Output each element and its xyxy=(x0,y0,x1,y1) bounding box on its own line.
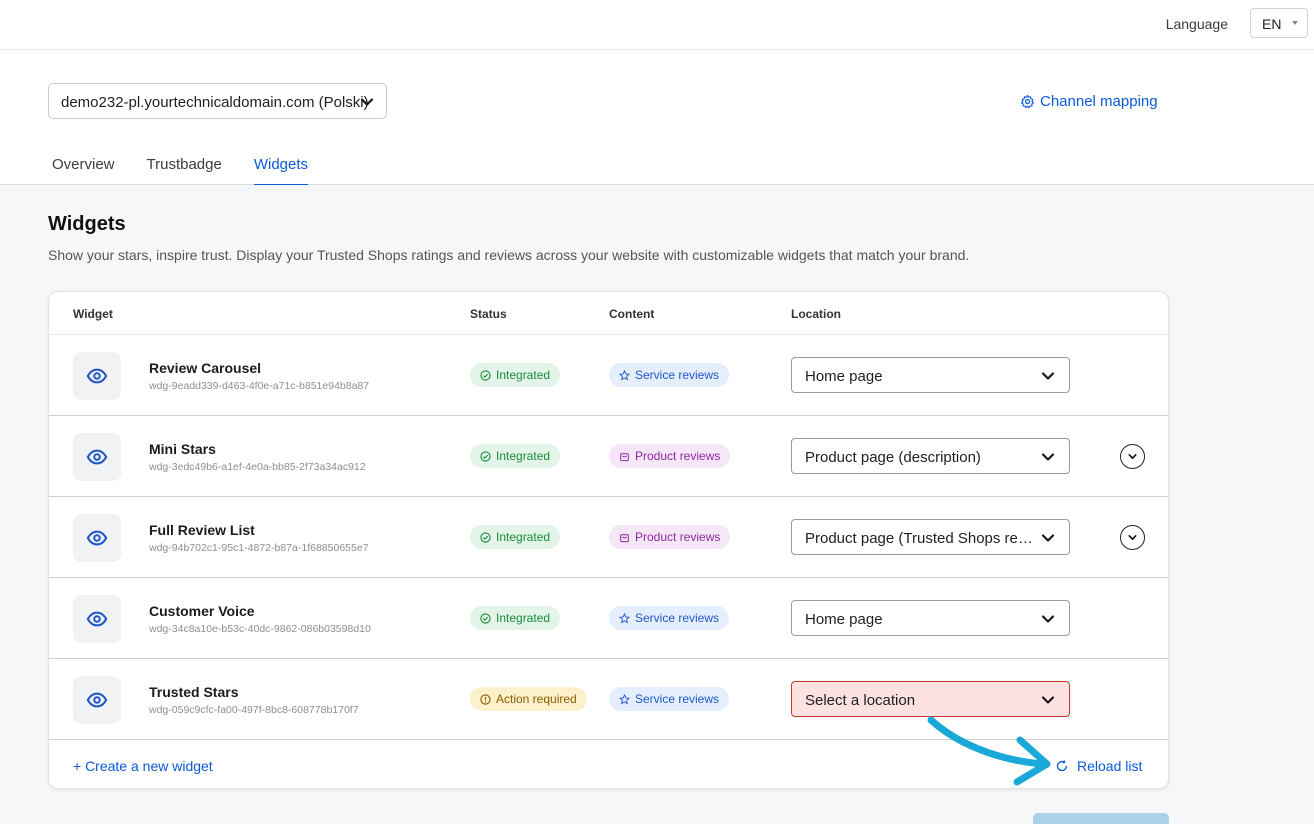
status-label: Action required xyxy=(496,692,577,706)
table-row: Trusted Stars wdg-059c9cfc-fa00-497f-8bc… xyxy=(49,659,1168,740)
check-circle-icon xyxy=(480,369,491,381)
status-badge: Action required xyxy=(470,687,587,711)
status-label: Integrated xyxy=(496,611,551,625)
language-select[interactable]: EN xyxy=(1250,8,1308,38)
widget-name: Mini Stars xyxy=(149,441,216,457)
channel-mapping-label: Channel mapping xyxy=(1040,93,1158,110)
widget-name: Customer Voice xyxy=(149,603,255,619)
widget-id: wdg-9eadd339-d463-4f0e-a71c-b851e94b8a87 xyxy=(149,380,370,392)
table-row: Customer Voice wdg-34c8a10e-b53c-40dc-98… xyxy=(49,578,1168,659)
reload-list-button[interactable]: Reload list xyxy=(1055,758,1142,774)
content-label: Product reviews xyxy=(635,530,721,544)
status-label: Integrated xyxy=(496,449,551,463)
channel-mapping-link[interactable]: Channel mapping xyxy=(1020,93,1158,110)
widget-name: Review Carousel xyxy=(149,360,262,376)
channel-select-value: demo232-pl.yourtechnicaldomain.com (Pols… xyxy=(61,94,369,111)
preview-button[interactable] xyxy=(73,514,121,562)
location-select[interactable]: Select a location xyxy=(791,681,1070,717)
bag-icon xyxy=(620,533,629,542)
top-bar: Language EN xyxy=(0,0,1314,50)
channel-select[interactable]: demo232-pl.yourtechnicaldomain.com (Pols… xyxy=(48,83,387,119)
eye-icon xyxy=(86,368,108,384)
page-title: Widgets xyxy=(48,213,126,235)
content-label: Service reviews xyxy=(635,611,720,625)
tab-bar: Overview Trustbadge Widgets xyxy=(36,146,324,186)
status-badge: Integrated xyxy=(470,363,561,387)
status-badge: Integrated xyxy=(470,444,561,468)
widget-id: wdg-34c8a10e-b53c-40dc-9862-086b03598d10 xyxy=(149,623,371,635)
caret-down-icon xyxy=(1292,21,1298,25)
language-label: Language xyxy=(1165,16,1228,32)
status-badge: Integrated xyxy=(470,606,561,630)
page-description: Show your stars, inspire trust. Display … xyxy=(48,247,970,263)
status-label: Integrated xyxy=(496,368,551,382)
bag-icon xyxy=(620,452,629,461)
location-select[interactable]: Home page xyxy=(791,600,1070,636)
location-select[interactable]: Home page xyxy=(791,357,1070,393)
check-circle-icon xyxy=(480,531,491,543)
table-header: Widget Status Content Location xyxy=(49,292,1168,335)
star-icon xyxy=(619,612,630,623)
chevron-down-icon xyxy=(1128,454,1137,459)
expand-row-button[interactable] xyxy=(1120,444,1145,469)
save-button[interactable] xyxy=(1033,813,1169,824)
widgets-table: Widget Status Content Location Review Ca… xyxy=(48,291,1169,789)
tab-overview[interactable]: Overview xyxy=(36,146,131,185)
check-circle-icon xyxy=(480,450,491,462)
preview-button[interactable] xyxy=(73,433,121,481)
status-label: Integrated xyxy=(496,530,551,544)
chevron-down-icon xyxy=(360,98,374,106)
widget-name: Trusted Stars xyxy=(149,684,239,700)
preview-button[interactable] xyxy=(73,595,121,643)
preview-button[interactable] xyxy=(73,352,121,400)
main-content: Widgets Show your stars, inspire trust. … xyxy=(0,185,1314,824)
check-circle-icon xyxy=(480,612,491,624)
column-header-status: Status xyxy=(470,307,507,321)
content-badge: Service reviews xyxy=(609,606,730,630)
eye-icon xyxy=(86,692,108,708)
content-label: Product reviews xyxy=(635,449,721,463)
eye-icon xyxy=(86,449,108,465)
expand-row-button[interactable] xyxy=(1120,525,1145,550)
widget-id: wdg-94b702c1-95c1-4872-b87a-1f68850655e7 xyxy=(149,542,369,554)
star-icon xyxy=(619,369,630,380)
table-row: Review Carousel wdg-9eadd339-d463-4f0e-a… xyxy=(49,335,1168,416)
content-badge: Service reviews xyxy=(609,687,730,711)
eye-icon xyxy=(86,611,108,627)
reload-list-label: Reload list xyxy=(1077,758,1143,774)
create-widget-link[interactable]: + Create a new widget xyxy=(73,758,213,774)
widget-id: wdg-059c9cfc-fa00-497f-8bc8-608778b170f7 xyxy=(149,704,359,716)
gear-icon xyxy=(1021,95,1034,109)
tab-trustbadge[interactable]: Trustbadge xyxy=(131,146,238,185)
table-row: Full Review List wdg-94b702c1-95c1-4872-… xyxy=(49,497,1168,578)
content-label: Service reviews xyxy=(635,692,720,706)
column-header-location: Location xyxy=(791,307,841,321)
alert-circle-icon xyxy=(480,693,491,705)
content-label: Service reviews xyxy=(635,368,720,382)
table-footer: + Create a new widget Reload list xyxy=(49,740,1168,788)
header-area: demo232-pl.yourtechnicaldomain.com (Pols… xyxy=(0,50,1314,186)
location-select[interactable]: Product page (description) xyxy=(791,438,1070,474)
star-icon xyxy=(619,693,630,704)
content-badge: Product reviews xyxy=(609,444,731,468)
eye-icon xyxy=(86,530,108,546)
widget-name: Full Review List xyxy=(149,522,255,538)
refresh-icon xyxy=(1056,760,1068,772)
preview-button[interactable] xyxy=(73,676,121,724)
table-row: Mini Stars wdg-3edc49b6-a1ef-4e0a-bb85-2… xyxy=(49,416,1168,497)
content-badge: Product reviews xyxy=(609,525,731,549)
location-select[interactable]: Product page (Trusted Shops reviews tab) xyxy=(791,519,1070,555)
column-header-content: Content xyxy=(609,307,655,321)
content-badge: Service reviews xyxy=(609,363,730,387)
tab-widgets[interactable]: Widgets xyxy=(238,146,324,186)
status-badge: Integrated xyxy=(470,525,561,549)
widget-id: wdg-3edc49b6-a1ef-4e0a-bb85-2f73a34ac912 xyxy=(149,461,366,473)
chevron-down-icon xyxy=(1128,535,1137,540)
language-value: EN xyxy=(1262,16,1282,32)
column-header-widget: Widget xyxy=(73,307,113,321)
